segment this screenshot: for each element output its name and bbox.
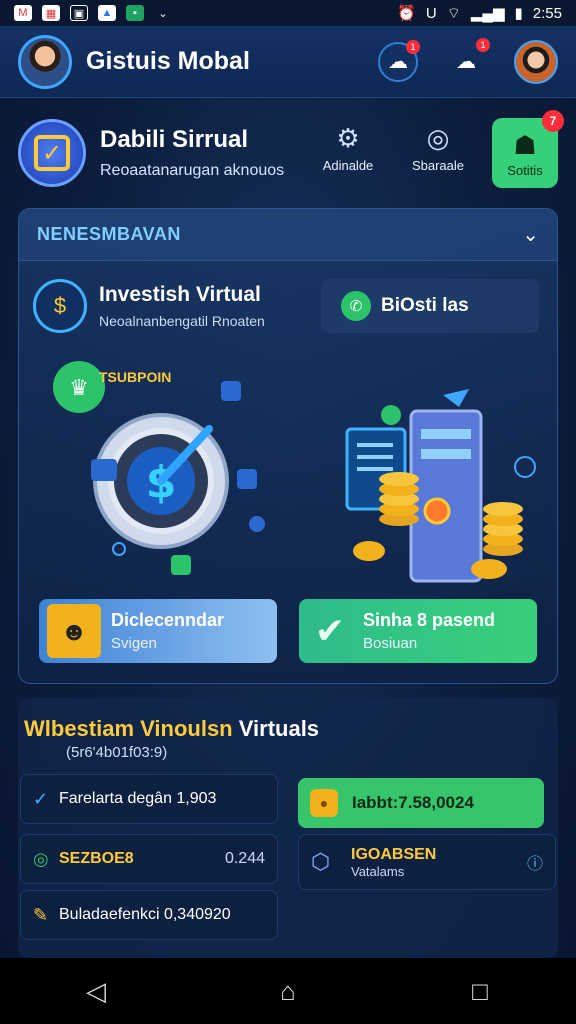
spend-button[interactable]: ✔ Sinha 8 pasend Bosiuan [299, 599, 537, 663]
feature-subtitle: Neoalnanbengatil Rnoaten [99, 313, 265, 329]
calendar-button[interactable]: ☻ Diclecenndar Svigen [39, 599, 277, 663]
notification-badge: 1 [406, 39, 420, 54]
profile-avatar[interactable] [18, 34, 72, 89]
cloud-message-button[interactable]: ☁ 1 [446, 37, 490, 82]
info-icon[interactable]: ⓘ [527, 850, 543, 874]
home-icon[interactable]: ⌂ [268, 971, 308, 1011]
hero-subtitle: Reoaatanarugan aknouos [100, 162, 285, 179]
back-icon[interactable]: ◁ [76, 971, 116, 1011]
hero-section: ✓ Dabili Sirrual Reoaatanarugan aknouos … [18, 110, 564, 196]
cloud-alert-icon: ☁ [456, 51, 476, 73]
gear-icon: ⚙ [336, 122, 360, 153]
target-icon: ◎ [426, 122, 450, 153]
list-item[interactable]: ⬡ IGOABSEN Vatalams ⓘ [298, 834, 556, 890]
chevron-down-icon[interactable]: ⌄ [522, 222, 539, 247]
magnet-icon: U [425, 4, 437, 22]
card-header[interactable]: NENESMBAVAN ⌄ [19, 209, 557, 261]
illustration-label: TSUBPOIN [99, 369, 172, 385]
notification-icons: M ▦ ▣ ▲ ▪ ⌄ [14, 5, 172, 21]
system-navigation-bar: ◁ ⌂ □ [0, 958, 576, 1024]
photos-icon: ▲ [98, 5, 116, 21]
qr-icon: ▣ [70, 5, 88, 21]
wallet-lock-icon: $ [33, 279, 87, 333]
cloud-notification-button[interactable]: ☁ 1 [378, 39, 420, 82]
investment-card: NENESMBAVAN ⌄ $ Investish Virtual Neoaln… [18, 208, 558, 684]
pencil-check-icon: ✎ [33, 904, 49, 925]
wifi-icon: ⌔ [446, 4, 461, 22]
robber-icon: ☻ [47, 604, 101, 658]
list-item[interactable]: ✎ Buladaefenkci 0,340920 [20, 890, 278, 940]
action-adinalde[interactable]: ⚙ Adinalde [312, 118, 384, 188]
whatsapp-icon: ✆ [341, 291, 371, 321]
dollar-gauge-illustration: ♛ $ [53, 361, 265, 575]
circle-check-icon: ◎ [33, 848, 49, 869]
lock-icon: ⬡ [311, 849, 331, 874]
app-header: Gistuis Mobal ☁ 1 ☁ 1 [0, 26, 576, 98]
cloud-icon: ☁ [388, 51, 408, 73]
hero-title: Dabili Sirrual [100, 126, 249, 153]
coin-icon: ● [310, 789, 338, 817]
action-sbaraale[interactable]: ◎ Sbaraale [402, 118, 474, 188]
signal-icon: ▂▄▆ [470, 5, 505, 22]
balance-button[interactable]: ● Iabbt:7.58,0024 [298, 778, 544, 828]
recents-icon[interactable]: □ [460, 971, 500, 1011]
battery-icon: ▮ [514, 5, 523, 22]
gmail-icon: M [14, 5, 32, 21]
action-sotitis[interactable]: ☗ Sotitis 7 [492, 110, 564, 188]
panel-title: Wlbestiam Vinoulsn Virtuals [24, 716, 320, 741]
virtual-investments-panel: Wlbestiam Vinoulsn Virtuals (5r6'4b01f03… [18, 698, 558, 958]
status-bar: M ▦ ▣ ▲ ▪ ⌄ ⏰ U ⌔ ▂▄▆ ▮ 2:55 [0, 0, 576, 26]
app-title: Gistuis Mobal [86, 47, 250, 75]
server-coins-illustration [345, 389, 536, 583]
card-title: NENESMBAVAN [37, 224, 181, 244]
sotitis-badge: 7 [542, 110, 564, 132]
checklist-badge-icon: ✓ [18, 119, 86, 187]
alarm-icon: ⏰ [397, 5, 416, 22]
check-icon: ✔ [314, 610, 346, 651]
svg-text:♛: ♛ [69, 376, 89, 401]
panel-subtitle: (5r6'4b01f03:9) [66, 744, 168, 761]
message-badge: 1 [476, 37, 490, 52]
clock: 2:55 [532, 4, 562, 22]
feature-title: Investish Virtual [99, 283, 261, 306]
chevron-icon: ⌄ [158, 7, 168, 20]
calendar-icon: ▦ [42, 5, 60, 21]
sheets-icon: ▪ [126, 5, 144, 21]
user-avatar[interactable] [514, 39, 558, 84]
whatsapp-button[interactable]: ✆ BiOsti las [321, 279, 539, 333]
group-icon: ☗ [513, 130, 537, 160]
list-item[interactable]: ◎ SEZBOE8 0.244 [20, 834, 278, 884]
list-item[interactable]: ✓ Farelarta degân 1,903 [20, 774, 278, 824]
check-icon: ✓ [33, 788, 49, 809]
